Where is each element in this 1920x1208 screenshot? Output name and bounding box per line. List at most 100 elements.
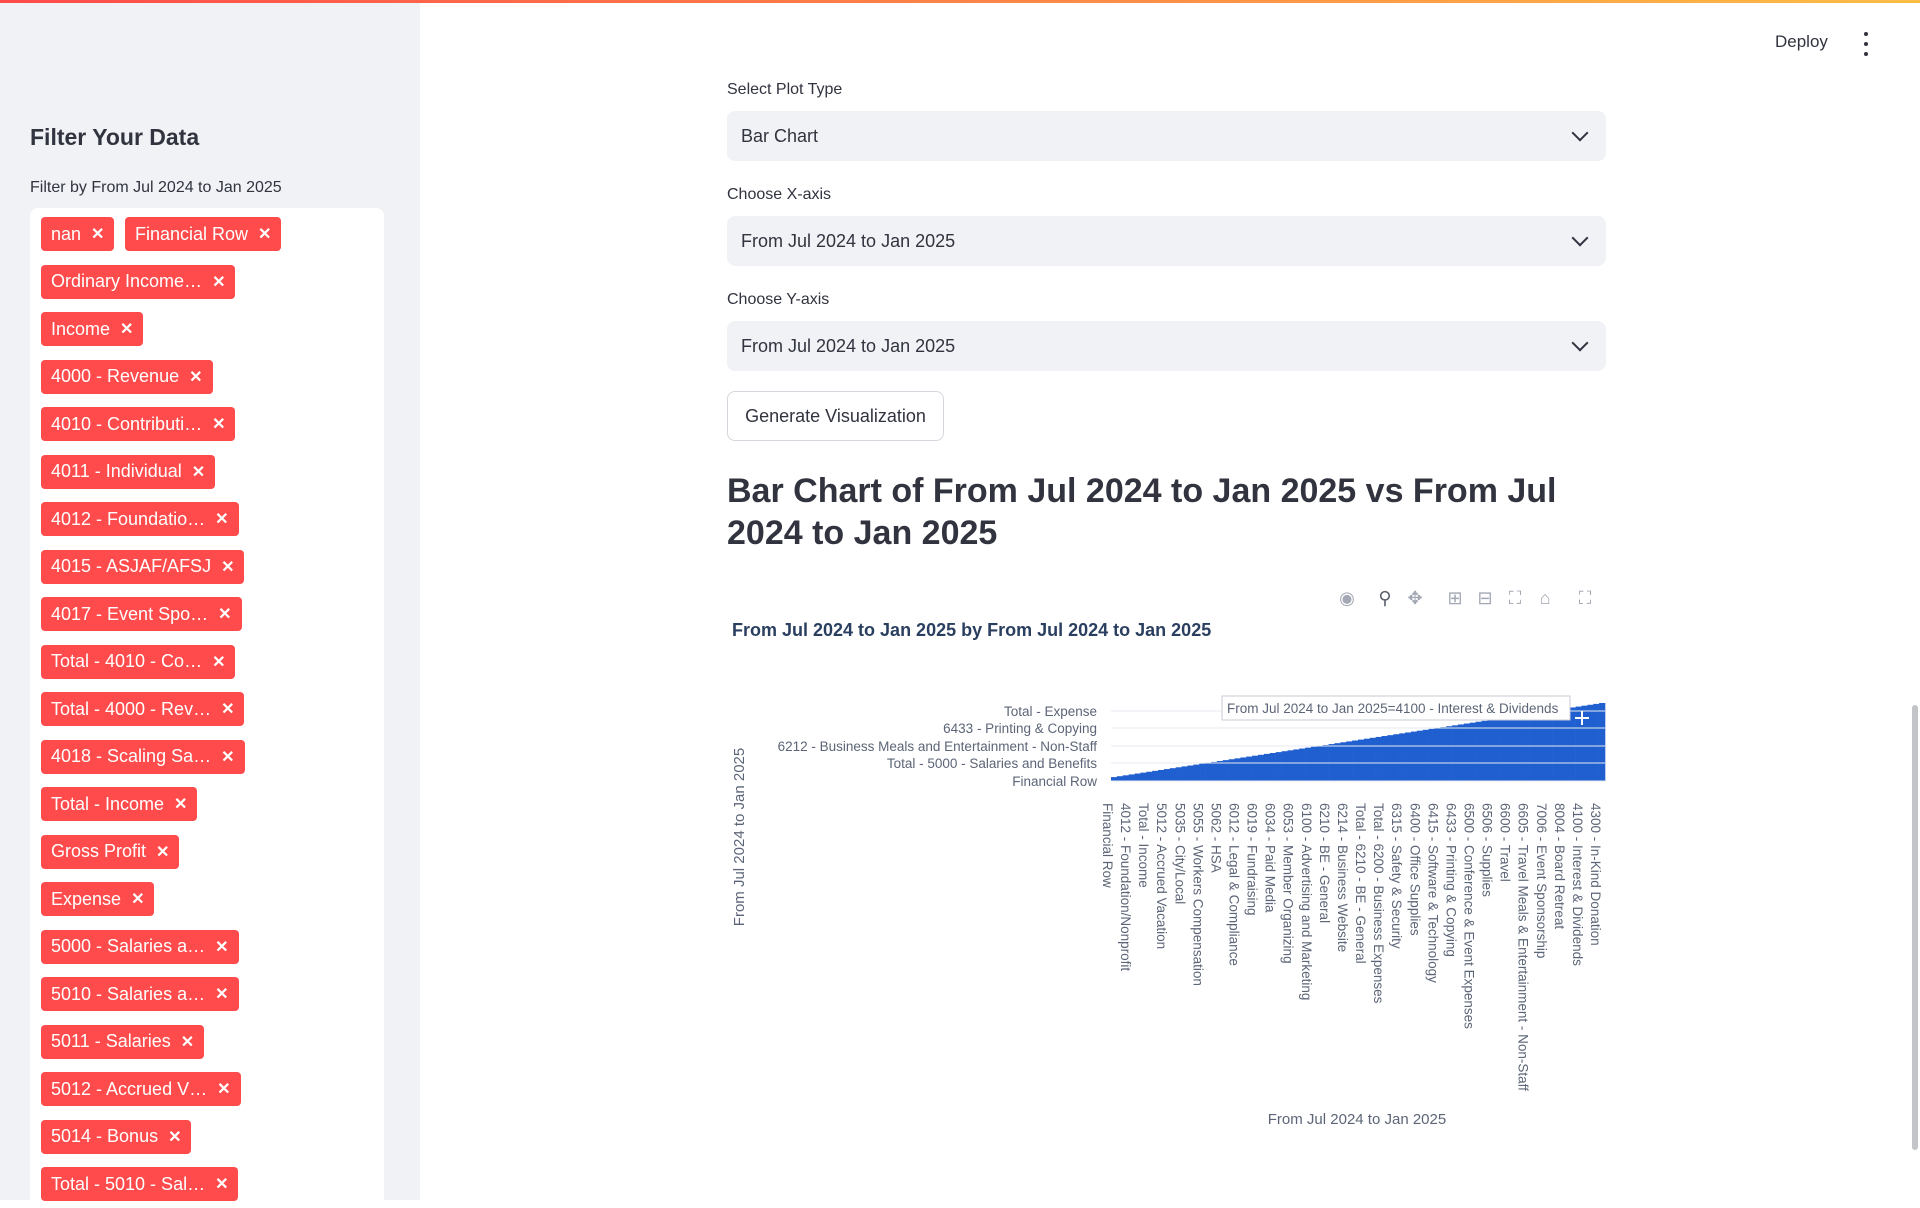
bar[interactable] — [1405, 732, 1412, 781]
bar[interactable] — [1134, 773, 1141, 781]
bar[interactable] — [1116, 776, 1124, 781]
remove-tag-icon[interactable]: ✕ — [168, 1127, 181, 1147]
bar[interactable] — [1569, 707, 1576, 781]
bar[interactable] — [1599, 703, 1606, 781]
bar[interactable] — [1181, 766, 1188, 781]
bar[interactable] — [1416, 730, 1423, 781]
filter-tag[interactable]: 4015 - ASJAF/AFSJ ✕ — [41, 549, 245, 584]
bar[interactable] — [1246, 756, 1253, 781]
remove-tag-icon[interactable]: ✕ — [156, 842, 169, 862]
bar[interactable] — [1146, 771, 1153, 781]
bar[interactable] — [1305, 747, 1312, 781]
filter-tag[interactable]: 4010 - Contributi… ✕ — [41, 407, 236, 441]
filter-tag[interactable]: Gross Profit ✕ — [41, 834, 180, 869]
bar[interactable] — [1263, 753, 1271, 781]
bar[interactable] — [1387, 735, 1394, 781]
bar[interactable] — [1475, 721, 1482, 781]
bar[interactable] — [1422, 729, 1429, 781]
remove-tag-icon[interactable]: ✕ — [221, 699, 234, 719]
bar[interactable] — [1199, 763, 1206, 781]
filter-tag[interactable]: 5012 - Accrued V… ✕ — [41, 1072, 241, 1106]
multiselect-filter[interactable]: nan ✕ Financial Row ✕ Ordinary Income… ✕ Incom… — [30, 208, 384, 1208]
bar[interactable] — [1205, 762, 1212, 781]
bar[interactable] — [1399, 733, 1406, 781]
filter-tag[interactable]: Total - 4010 - Co… ✕ — [41, 644, 236, 679]
filter-tag[interactable]: 4012 - Foundatio… ✕ — [41, 502, 239, 536]
bar[interactable] — [1381, 736, 1388, 781]
generate-visualization-button[interactable]: Generate Visualization — [727, 391, 944, 441]
filter-tag[interactable]: Expense ✕ — [41, 882, 155, 916]
filter-tag[interactable]: 5011 - Salaries ✕ — [41, 1024, 205, 1059]
zoom-out-icon[interactable]: ⊟ — [1474, 587, 1496, 609]
remove-tag-icon[interactable]: ✕ — [212, 272, 225, 292]
filter-tag[interactable]: Income ✕ — [41, 312, 144, 346]
remove-tag-icon[interactable]: ✕ — [218, 604, 231, 624]
bar[interactable] — [1505, 717, 1512, 781]
bar[interactable] — [1410, 731, 1418, 781]
bar[interactable] — [1528, 713, 1535, 781]
bar[interactable] — [1346, 741, 1353, 781]
filter-tag[interactable]: Total - 5010 - Sal… ✕ — [41, 1167, 239, 1201]
bar[interactable] — [1593, 703, 1600, 781]
filter-tag[interactable]: Ordinary Income… ✕ — [41, 264, 236, 299]
bar[interactable] — [1122, 775, 1129, 781]
filter-tag[interactable]: Total - 4000 - Rev… ✕ — [41, 692, 245, 726]
bar[interactable] — [1457, 724, 1465, 781]
bar[interactable] — [1375, 736, 1382, 781]
filter-tag[interactable]: 5000 - Salaries a… ✕ — [41, 929, 239, 964]
filter-tag[interactable]: 4011 - Individual ✕ — [41, 454, 216, 489]
bar[interactable] — [1393, 734, 1400, 781]
y-axis-select[interactable]: From Jul 2024 to Jan 2025 — [727, 321, 1606, 371]
remove-tag-icon[interactable]: ✕ — [215, 1174, 228, 1194]
bar[interactable] — [1522, 714, 1529, 781]
bar[interactable] — [1193, 764, 1200, 781]
zoom-in-icon[interactable]: ⊞ — [1444, 587, 1466, 609]
filter-tag[interactable]: 5014 - Bonus ✕ — [41, 1119, 192, 1154]
remove-tag-icon[interactable]: ✕ — [212, 652, 225, 672]
bar[interactable] — [1452, 725, 1459, 781]
bar[interactable] — [1234, 758, 1241, 781]
bar[interactable] — [1469, 722, 1476, 781]
bar[interactable] — [1516, 715, 1523, 782]
filter-tag[interactable]: Financial Row ✕ — [125, 217, 282, 251]
remove-tag-icon[interactable]: ✕ — [258, 224, 271, 244]
remove-tag-icon[interactable]: ✕ — [215, 509, 228, 529]
remove-tag-icon[interactable]: ✕ — [217, 1079, 230, 1099]
bar[interactable] — [1428, 728, 1435, 781]
bar[interactable] — [1281, 751, 1288, 781]
main-scrollbar[interactable] — [1912, 705, 1918, 1150]
filter-tag[interactable]: Total - Income ✕ — [41, 787, 198, 821]
bar[interactable] — [1258, 754, 1265, 781]
bar[interactable] — [1111, 777, 1118, 781]
pan-icon[interactable]: ✥ — [1404, 587, 1426, 609]
bar[interactable] — [1175, 767, 1182, 781]
bar[interactable] — [1152, 770, 1159, 781]
remove-tag-icon[interactable]: ✕ — [221, 747, 234, 767]
bar[interactable] — [1334, 743, 1341, 781]
remove-tag-icon[interactable]: ✕ — [174, 794, 187, 814]
filter-tag[interactable]: 5010 - Salaries a… ✕ — [41, 977, 239, 1011]
bar[interactable] — [1352, 740, 1359, 782]
remove-tag-icon[interactable]: ✕ — [131, 889, 144, 909]
remove-tag-icon[interactable]: ✕ — [181, 1032, 194, 1052]
remove-tag-icon[interactable]: ✕ — [215, 937, 228, 957]
bar[interactable] — [1481, 720, 1488, 781]
bar[interactable] — [1187, 765, 1194, 782]
remove-tag-icon[interactable]: ✕ — [192, 462, 205, 482]
bar[interactable] — [1163, 769, 1171, 781]
bar[interactable] — [1534, 712, 1541, 781]
bar[interactable] — [1169, 768, 1176, 781]
bar[interactable] — [1299, 748, 1306, 781]
autoscale-icon[interactable]: ⛶ — [1504, 587, 1526, 609]
bar[interactable] — [1446, 726, 1453, 781]
remove-tag-icon[interactable]: ✕ — [221, 557, 234, 577]
zoom-icon[interactable]: ⚲ — [1374, 587, 1396, 609]
bar[interactable] — [1340, 742, 1347, 781]
plot-type-select[interactable]: Bar Chart — [727, 111, 1606, 161]
filter-tag[interactable]: 4017 - Event Spo… ✕ — [41, 597, 242, 631]
filter-tag[interactable]: 4018 - Scaling Sa… ✕ — [41, 739, 245, 774]
bar[interactable] — [1216, 761, 1224, 781]
camera-icon[interactable]: ◉ — [1336, 587, 1358, 609]
x-axis-select[interactable]: From Jul 2024 to Jan 2025 — [727, 216, 1606, 266]
bar[interactable] — [1310, 746, 1318, 781]
